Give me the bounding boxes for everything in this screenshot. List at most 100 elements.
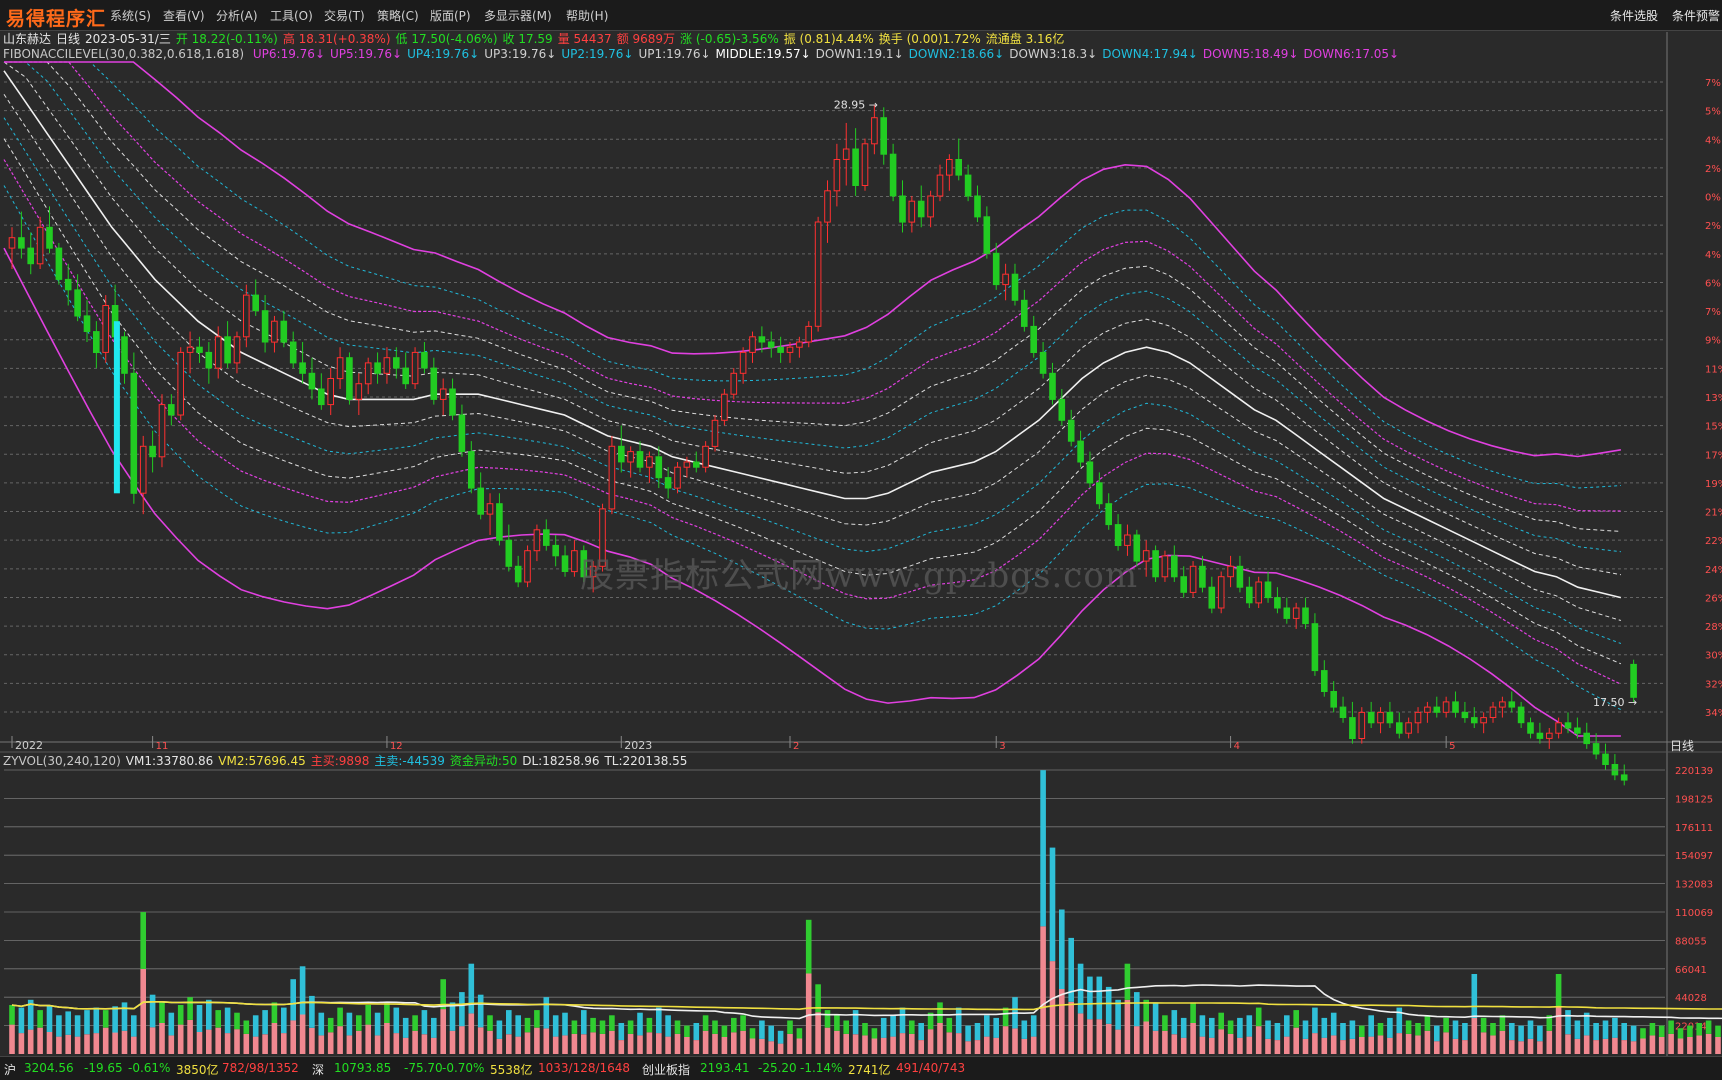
candle-body bbox=[992, 252, 1000, 286]
volume-bar bbox=[1583, 1035, 1590, 1054]
volume-bar bbox=[1640, 1038, 1646, 1054]
candle-body bbox=[946, 159, 953, 176]
volume-axis-tick: 66041 bbox=[1675, 965, 1707, 976]
sh-name[interactable]: 沪 bbox=[4, 1061, 16, 1078]
candle-body bbox=[1292, 607, 1300, 619]
volume-bar-top bbox=[121, 1002, 128, 1031]
volume-bar-top bbox=[627, 1020, 634, 1034]
volume-bar-top bbox=[637, 1012, 643, 1036]
volume-bar bbox=[281, 1033, 287, 1054]
candle-body bbox=[1077, 440, 1084, 463]
max-price-annotation: 28.95 → bbox=[834, 99, 878, 112]
candle-body bbox=[1489, 706, 1497, 718]
price-axis-tick: 5% bbox=[1705, 107, 1721, 118]
volume-bar bbox=[581, 1034, 587, 1054]
candle-body bbox=[130, 372, 138, 494]
volume-bar bbox=[1274, 1040, 1281, 1054]
volume-axis-tick: 176111 bbox=[1675, 823, 1713, 834]
volume-bar-top bbox=[187, 997, 193, 1020]
chart-canvas: 7%5%4%2%0%2%4%6%7%9%11%13%15%17%19%21%22… bbox=[0, 32, 1722, 1056]
candle-body bbox=[646, 456, 653, 468]
watermark: 股票指标公式网www.gpzbgs.com bbox=[580, 556, 1139, 596]
candle-body bbox=[1189, 565, 1197, 593]
volume-bar bbox=[852, 1034, 859, 1054]
volume-bar bbox=[815, 1012, 821, 1054]
sz-name[interactable]: 深 bbox=[312, 1061, 324, 1078]
volume-bar bbox=[1124, 999, 1131, 1054]
candle-body bbox=[93, 331, 100, 354]
volume-bar-top bbox=[1387, 1017, 1393, 1038]
volume-bar bbox=[196, 1031, 203, 1054]
volume-bar bbox=[252, 1036, 259, 1054]
volume-bar-top bbox=[37, 1010, 43, 1028]
volume-bar-top bbox=[1115, 999, 1121, 1030]
volume-bar bbox=[1312, 1033, 1318, 1054]
candle-body bbox=[1471, 717, 1478, 724]
candle-body bbox=[1620, 774, 1628, 781]
volume-bar bbox=[627, 1033, 634, 1054]
volume-bar bbox=[468, 1013, 475, 1054]
volume-bar-top bbox=[506, 1010, 512, 1035]
candle-body bbox=[1274, 597, 1281, 609]
candle-body bbox=[1386, 711, 1394, 724]
volume-bar bbox=[1321, 1037, 1328, 1054]
candle-body bbox=[1199, 565, 1206, 588]
volume-bar bbox=[1687, 1037, 1693, 1054]
candle-body bbox=[168, 404, 175, 416]
volume-bar-top bbox=[1705, 1020, 1712, 1034]
volume-info-line: ZYVOL(30,240,120) VM1:33780.86 VM2:57696.4… bbox=[3, 754, 692, 768]
volume-bar-top bbox=[796, 1028, 803, 1039]
volume-bar-top bbox=[384, 1002, 390, 1023]
cy-pct: -1.14% bbox=[800, 1061, 843, 1075]
volume-bar bbox=[918, 1040, 924, 1054]
price-axis-tick: 11% bbox=[1705, 364, 1722, 375]
volume-bar bbox=[796, 1038, 803, 1054]
candle-body bbox=[618, 445, 625, 463]
candle-body bbox=[505, 539, 513, 567]
volume-bar-top bbox=[1077, 963, 1084, 1014]
volume-bar bbox=[1658, 1037, 1665, 1054]
volume-bar-top bbox=[721, 1025, 728, 1037]
volume-bar bbox=[1077, 1013, 1084, 1054]
vm2-value: VM2:57696.45 bbox=[218, 754, 306, 768]
price-axis-tick: 6% bbox=[1705, 278, 1721, 289]
volume-bar bbox=[974, 1040, 981, 1054]
period-tab[interactable]: 日线 bbox=[1670, 737, 1694, 754]
candle-body bbox=[1424, 706, 1431, 713]
volume-axis-tick: 44028 bbox=[1675, 993, 1707, 1004]
volume-bar-top bbox=[974, 1023, 981, 1040]
volume-bar-top bbox=[1602, 1020, 1609, 1039]
volume-bar-top bbox=[618, 1023, 625, 1040]
candle-body bbox=[364, 362, 372, 385]
volume-bar bbox=[1518, 1041, 1524, 1054]
volume-bar-top bbox=[93, 1007, 100, 1034]
candle-body bbox=[1321, 670, 1328, 692]
vol-indicator-name: ZYVOL(30,240,120) bbox=[3, 754, 121, 768]
vm2-line bbox=[11, 1001, 1722, 1011]
volume-axis-tick: 154097 bbox=[1675, 851, 1713, 862]
candle-body bbox=[1067, 419, 1075, 442]
sh-pct: -0.61% bbox=[128, 1061, 171, 1075]
volume-bar-top bbox=[1302, 1020, 1309, 1039]
cy-name[interactable]: 创业板指 bbox=[642, 1061, 690, 1078]
volume-bar bbox=[693, 1040, 700, 1054]
volume-bar-top bbox=[234, 1012, 240, 1030]
volume-bar-top bbox=[824, 1010, 831, 1028]
candle-body bbox=[158, 404, 166, 458]
volume-bar-top bbox=[543, 997, 550, 1029]
candle-body bbox=[1180, 576, 1188, 593]
candle-body bbox=[533, 529, 541, 552]
volume-bar-top bbox=[843, 1020, 849, 1034]
volume-bar bbox=[1265, 1038, 1271, 1054]
candle-body bbox=[449, 388, 456, 416]
candle-body bbox=[1461, 711, 1469, 719]
volume-bar bbox=[318, 1035, 325, 1054]
candle-body bbox=[730, 372, 738, 395]
volume-bar-top bbox=[899, 1007, 906, 1034]
volume-bar bbox=[993, 1037, 999, 1054]
volume-bar-top bbox=[271, 1002, 278, 1023]
volume-bar-top bbox=[1368, 1015, 1374, 1037]
price-axis-tick: 7% bbox=[1705, 78, 1721, 89]
volume-bar bbox=[590, 1032, 596, 1054]
volume-bar-top bbox=[421, 1010, 428, 1035]
